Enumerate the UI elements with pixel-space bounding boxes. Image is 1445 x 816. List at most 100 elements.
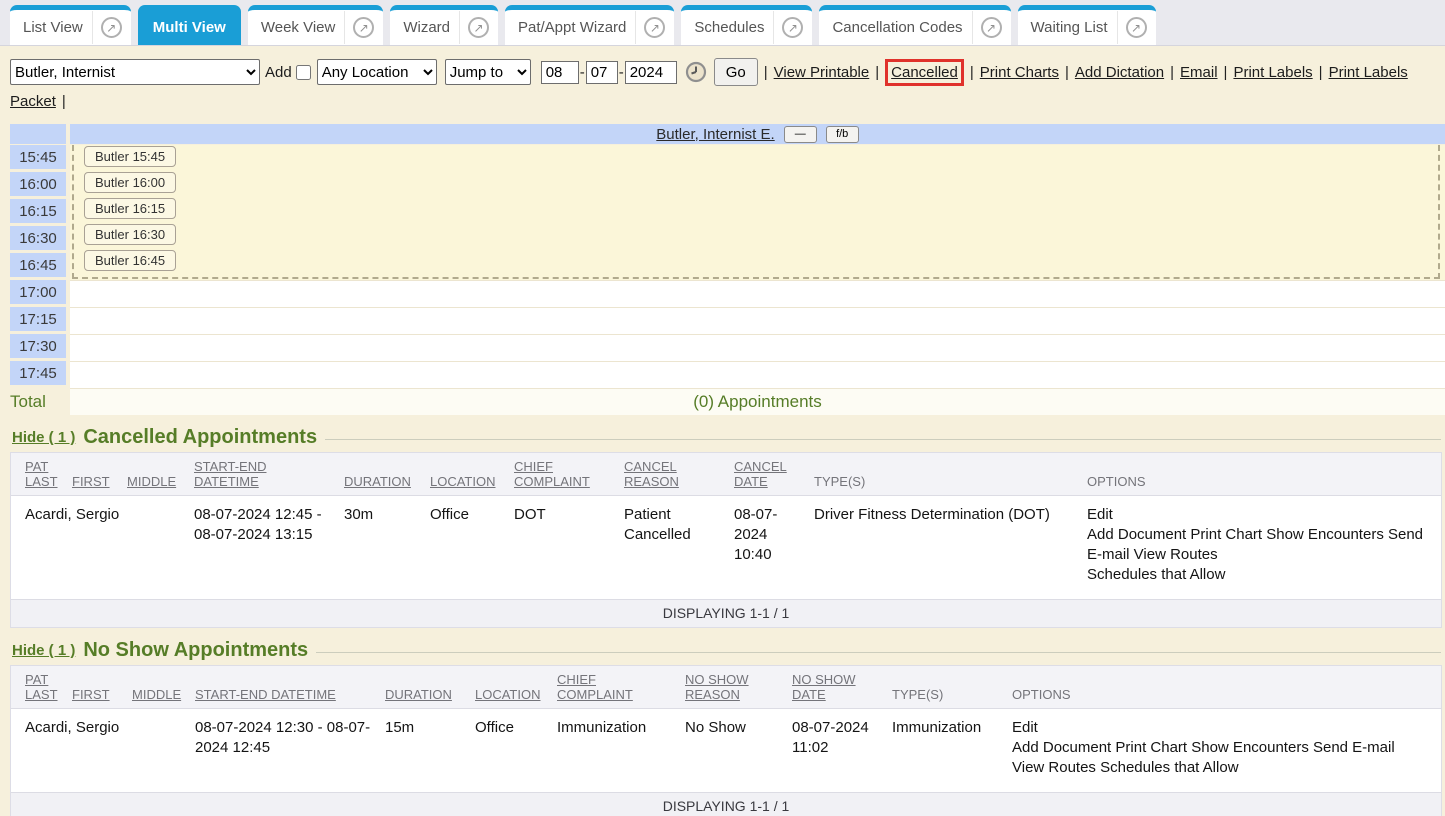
cell-chief-complaint: DOT xyxy=(514,496,624,600)
tab-waiting-list[interactable]: Waiting List ↗ xyxy=(1018,5,1156,45)
location-select[interactable]: Any Location xyxy=(317,59,437,85)
slot-button-1615[interactable]: Butler 16:15 xyxy=(84,198,176,219)
col-header-middle[interactable]: MIDDLE xyxy=(132,666,195,709)
col-header-location[interactable]: LOCATION xyxy=(430,453,514,496)
date-day-input[interactable] xyxy=(586,61,618,84)
cell-duration: 15m xyxy=(385,709,475,793)
schedule-cell[interactable] xyxy=(70,361,1445,388)
cell-patient-name: Acardi, Sergio xyxy=(11,709,195,793)
add-checkbox[interactable] xyxy=(296,65,311,80)
slot-button-1645[interactable]: Butler 16:45 xyxy=(84,250,176,271)
tab-multi-view[interactable]: Multi View xyxy=(138,5,241,45)
date-separator: - xyxy=(619,64,624,81)
time-label: 16:45 xyxy=(10,253,66,277)
schedule-cell[interactable] xyxy=(70,280,1445,307)
tab-schedules[interactable]: Schedules ↗ xyxy=(681,5,812,45)
schedule-cell[interactable] xyxy=(70,334,1445,361)
link-print-labels[interactable]: Print Labels xyxy=(1233,64,1312,81)
cell-options-actions[interactable]: Edit Add Document Print Chart Show Encou… xyxy=(1087,496,1441,600)
go-button[interactable]: Go xyxy=(714,58,758,86)
link-print-labels-packet-part2[interactable]: Packet xyxy=(10,93,56,110)
tab-wizard[interactable]: Wizard ↗ xyxy=(390,5,498,45)
tab-label: Cancellation Codes xyxy=(832,11,972,44)
provider-select[interactable]: Butler, Internist xyxy=(10,59,260,85)
schedule-cell[interactable] xyxy=(70,307,1445,334)
col-header-location[interactable]: LOCATION xyxy=(475,666,557,709)
link-separator: | xyxy=(1065,64,1069,81)
col-header-options: OPTIONS xyxy=(1087,453,1441,496)
slot-button-1600[interactable]: Butler 16:00 xyxy=(84,172,176,193)
time-label: 17:00 xyxy=(10,280,66,304)
open-new-window-icon[interactable]: ↗ xyxy=(981,17,1002,38)
section-divider xyxy=(325,439,1441,440)
schedule-cell[interactable] xyxy=(70,226,1445,253)
open-new-window-icon[interactable]: ↗ xyxy=(101,17,122,38)
col-header-pat-last[interactable]: PAT LAST xyxy=(11,666,72,709)
slot-button-1545[interactable]: Butler 15:45 xyxy=(84,146,176,167)
open-new-window-icon[interactable]: ↗ xyxy=(782,17,803,38)
col-header-cancel-date[interactable]: CANCEL DATE xyxy=(734,453,814,496)
col-header-first[interactable]: FIRST xyxy=(72,666,132,709)
jump-to-select[interactable]: Jump to xyxy=(445,59,531,85)
open-new-window-icon[interactable]: ↗ xyxy=(468,17,489,38)
col-header-chief-complaint[interactable]: CHIEF COMPLAINT xyxy=(514,453,624,496)
link-cancelled[interactable]: Cancelled xyxy=(891,64,958,81)
link-print-charts[interactable]: Print Charts xyxy=(980,64,1059,81)
col-header-noshow-date[interactable]: NO SHOW DATE xyxy=(792,666,892,709)
open-new-window-icon[interactable]: ↗ xyxy=(353,17,374,38)
schedule-cell[interactable] xyxy=(70,172,1445,199)
tab-label: Wizard xyxy=(403,11,460,44)
provider-link[interactable]: Butler, Internist E. xyxy=(656,126,774,143)
schedule-cell[interactable] xyxy=(70,199,1445,226)
schedule-cell[interactable] xyxy=(70,253,1445,280)
cancelled-section-header: Hide ( 1 ) Cancelled Appointments xyxy=(12,426,1441,449)
cancelled-section-title: Cancelled Appointments xyxy=(83,426,317,449)
col-header-middle[interactable]: MIDDLE xyxy=(127,453,194,496)
cell-location: Office xyxy=(430,496,514,600)
col-header-noshow-reason[interactable]: NO SHOW REASON xyxy=(685,666,792,709)
cancelled-highlight-box: Cancelled xyxy=(885,59,964,86)
tab-cancellation-codes[interactable]: Cancellation Codes ↗ xyxy=(819,5,1010,45)
col-header-duration[interactable]: DURATION xyxy=(385,666,475,709)
cell-chief-complaint: Immunization xyxy=(557,709,685,793)
col-header-types: TYPE(S) xyxy=(814,453,1087,496)
link-email[interactable]: Email xyxy=(1180,64,1218,81)
col-header-cancel-reason[interactable]: CANCEL REASON xyxy=(624,453,734,496)
schedule-cell[interactable] xyxy=(70,145,1445,172)
link-view-printable[interactable]: View Printable xyxy=(774,64,870,81)
noshow-hide-toggle[interactable]: Hide ( 1 ) xyxy=(12,642,75,659)
open-new-window-icon[interactable]: ↗ xyxy=(644,17,665,38)
col-header-types: TYPE(S) xyxy=(892,666,1012,709)
cancelled-appointment-row: Acardi, Sergio 08-07-2024 12:45 - 08-07-… xyxy=(11,496,1441,600)
date-separator: - xyxy=(580,64,585,81)
open-new-window-icon[interactable]: ↗ xyxy=(1126,17,1147,38)
tab-list-view[interactable]: List View ↗ xyxy=(10,5,131,45)
date-year-input[interactable] xyxy=(625,61,677,84)
cell-options-actions[interactable]: Edit Add Document Print Chart Show Encou… xyxy=(1012,709,1441,793)
tab-pat-appt-wizard[interactable]: Pat/Appt Wizard ↗ xyxy=(505,5,674,45)
date-month-input[interactable] xyxy=(541,61,579,84)
cancelled-hide-toggle[interactable]: Hide ( 1 ) xyxy=(12,429,75,446)
minimize-column-button[interactable]: — xyxy=(784,126,817,143)
col-header-pat-last[interactable]: PAT LAST xyxy=(11,453,72,496)
col-header-datetime[interactable]: START-END DATETIME xyxy=(194,453,344,496)
col-header-datetime[interactable]: START-END DATETIME xyxy=(195,666,385,709)
clock-icon[interactable] xyxy=(685,61,707,83)
tab-label: Pat/Appt Wizard xyxy=(518,11,636,44)
cell-cancel-reason: Patient Cancelled xyxy=(624,496,734,600)
slot-button-1630[interactable]: Butler 16:30 xyxy=(84,224,176,245)
link-print-labels-packet-part1[interactable]: Print Labels xyxy=(1329,64,1408,81)
link-separator: | xyxy=(62,93,66,110)
tab-week-view[interactable]: Week View ↗ xyxy=(248,5,383,45)
link-add-dictation[interactable]: Add Dictation xyxy=(1075,64,1164,81)
time-label: 16:15 xyxy=(10,199,66,223)
cell-types: Immunization xyxy=(892,709,1012,793)
fb-button[interactable]: f/b xyxy=(826,126,859,143)
link-separator: | xyxy=(970,64,974,81)
tab-label: Multi View xyxy=(153,11,226,44)
col-header-first[interactable]: FIRST xyxy=(72,453,127,496)
cell-noshow-date: 08-07-2024 11:02 xyxy=(792,709,892,793)
view-tab-bar: List View ↗ Multi View Week View ↗ Wizar… xyxy=(0,0,1445,46)
col-header-chief-complaint[interactable]: CHIEF COMPLAINT xyxy=(557,666,685,709)
col-header-duration[interactable]: DURATION xyxy=(344,453,430,496)
